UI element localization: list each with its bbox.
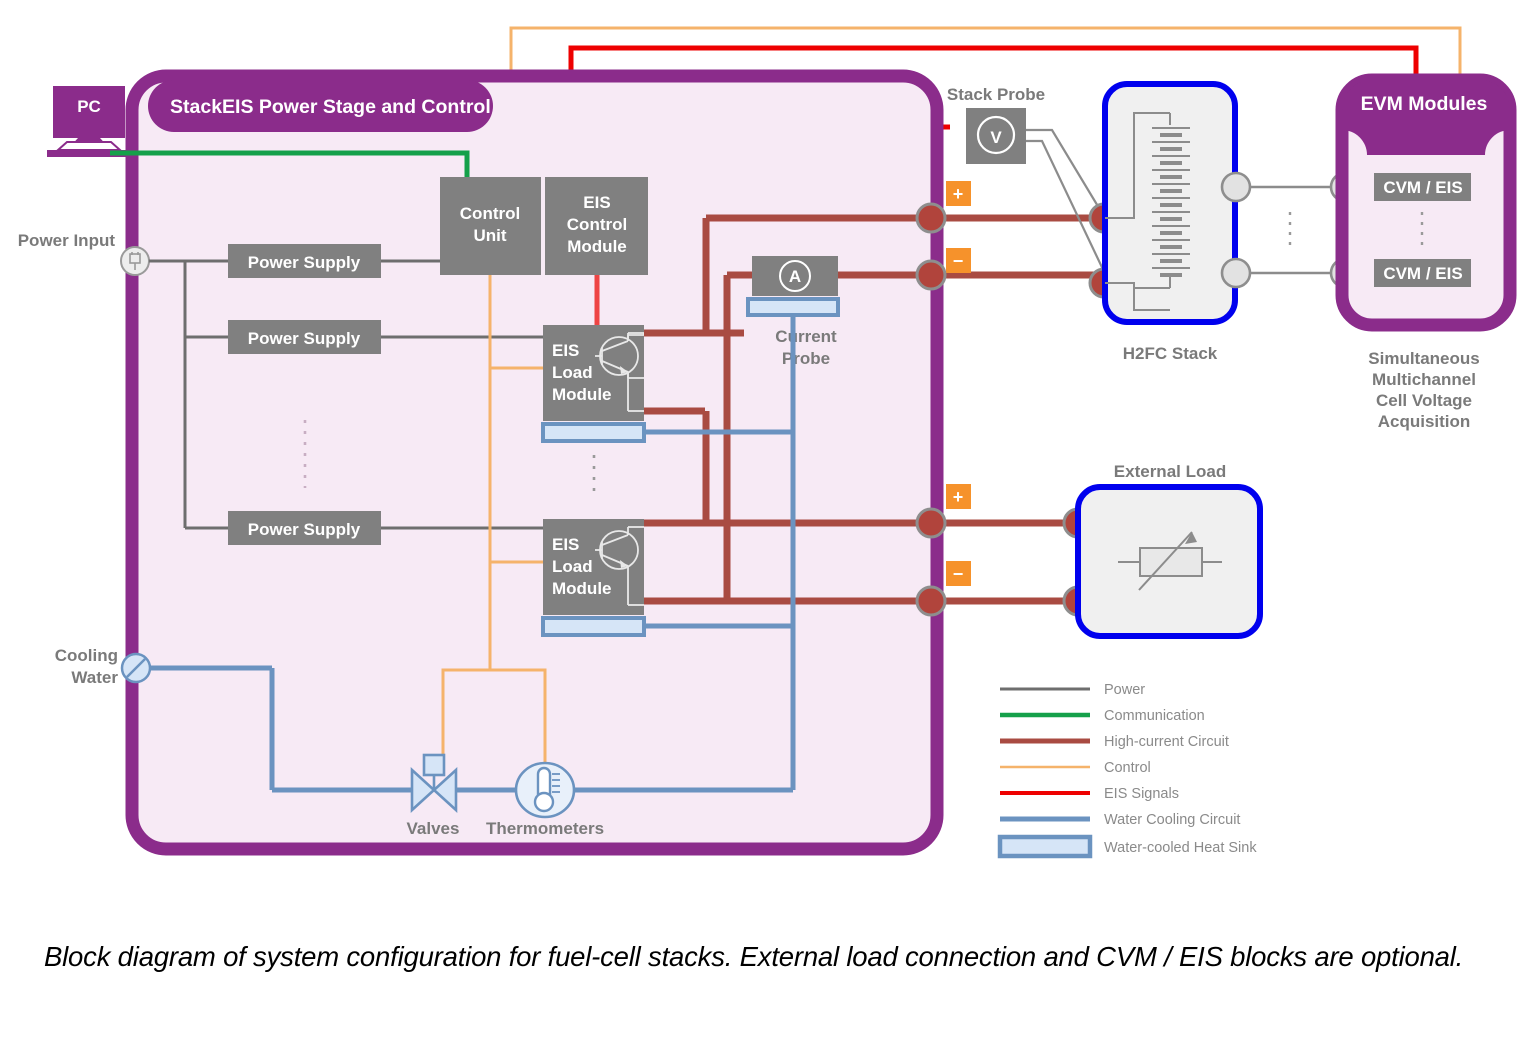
thermometer-icon — [514, 761, 576, 819]
stack-probe-label: Stack Probe — [947, 85, 1045, 104]
evm-caption-line3: Cell Voltage — [1376, 391, 1472, 410]
load-plus-label: + — [953, 487, 964, 507]
heat-sink-load-module-2 — [541, 616, 646, 637]
heat-sink-current-probe — [746, 297, 840, 317]
block-diagram-svg: StackEIS Power Stage and Control PC Powe… — [18, 26, 1517, 859]
figure-caption: Block diagram of system configuration fo… — [44, 941, 1464, 972]
eis-control-module-label-line1: EIS — [583, 193, 610, 212]
external-load-label: External Load — [1114, 462, 1226, 481]
current-probe-symbol: A — [789, 267, 801, 286]
load-plus-badge: + — [946, 484, 971, 509]
legend-label-power: Power — [1104, 682, 1145, 698]
cooling-water-label-line1: Cooling — [55, 646, 118, 665]
cooling-water-port — [120, 652, 152, 684]
eis-control-module-block: EIS Control Module — [545, 177, 648, 275]
legend-label-high-current: High-current Circuit — [1104, 734, 1229, 750]
evm-modules-container: EVM Modules CVM / EIS CVM / EIS — [1335, 73, 1517, 332]
stackeis-title: StackEIS Power Stage and Control — [170, 96, 491, 118]
power-input-port — [120, 246, 150, 276]
evm-caption-line4: Acquisition — [1378, 412, 1471, 431]
evm-caption-line2: Multichannel — [1372, 370, 1476, 389]
eis-load-module-1: EIS Load Module — [541, 325, 646, 443]
valves-label: Valves — [407, 819, 460, 838]
evm-caption-line1: Simultaneous — [1368, 349, 1479, 368]
h2fc-stack-block: H2FC Stack — [1102, 81, 1238, 363]
cvm-eis-module-1-label: CVM / EIS — [1383, 178, 1462, 197]
pc-keyboard-icon — [55, 141, 123, 151]
load-minus-badge: − — [946, 561, 971, 586]
eis-load-module-1-label-line1: EIS — [552, 341, 579, 360]
stack-plus-label: + — [953, 184, 964, 204]
stack-probe-block: V — [966, 108, 1026, 164]
eis-load-module-2-label-line1: EIS — [552, 535, 579, 554]
heat-sink-load-module-1 — [541, 422, 646, 443]
evm-title: EVM Modules — [1361, 93, 1488, 115]
cooling-water-label-line2: Water — [71, 668, 118, 687]
stack-probe-symbol: V — [990, 128, 1002, 147]
power-input-label-line1: Power Input — [18, 231, 116, 250]
eis-control-module-label-line2: Control — [567, 215, 627, 234]
cvm-eis-module-2-label: CVM / EIS — [1383, 264, 1462, 283]
stack-minus-label: − — [953, 251, 964, 271]
diagram-canvas: StackEIS Power Stage and Control PC Powe… — [0, 0, 1525, 1045]
eis-load-module-2-label-line3: Module — [552, 579, 612, 598]
eis-load-module-2: EIS Load Module — [541, 519, 646, 637]
evm-title-band — [1342, 80, 1510, 155]
h2fc-stack-label: H2FC Stack — [1123, 344, 1218, 363]
control-unit-label-line2: Unit — [473, 226, 506, 245]
pc-label: PC — [77, 97, 101, 116]
stack-minus-badge: − — [946, 248, 971, 273]
power-supply-2: Power Supply — [228, 320, 381, 354]
legend-label-communication: Communication — [1104, 708, 1205, 724]
control-unit-label-line1: Control — [460, 204, 520, 223]
legend: Power Communication High-current Circuit… — [997, 682, 1257, 859]
power-supply-3-label: Power Supply — [248, 520, 361, 539]
eis-control-module-label-line3: Module — [567, 237, 627, 256]
pc-block: PC — [47, 86, 131, 157]
legend-label-heat-sink: Water-cooled Heat Sink — [1104, 840, 1257, 856]
legend-label-eis-signals: EIS Signals — [1104, 786, 1179, 802]
external-load-block — [1075, 484, 1263, 639]
current-probe-label-line2: Probe — [782, 349, 830, 368]
thermometers-label: Thermometers — [486, 819, 604, 838]
power-supply-3: Power Supply — [228, 511, 381, 545]
load-minus-label: − — [953, 564, 964, 584]
current-probe-label-line1: Current — [775, 327, 837, 346]
control-unit-block: Control Unit — [440, 177, 541, 275]
eis-load-module-2-label-line2: Load — [552, 557, 593, 576]
eis-load-module-1-label-line2: Load — [552, 363, 593, 382]
legend-label-control: Control — [1104, 760, 1151, 776]
power-supply-1: Power Supply — [228, 244, 381, 278]
power-supply-2-label: Power Supply — [248, 329, 361, 348]
stack-plus-badge: + — [946, 181, 971, 206]
legend-swatch-heat-sink — [997, 834, 1093, 859]
legend-label-water-cooling: Water Cooling Circuit — [1104, 812, 1240, 828]
eis-load-module-1-label-line3: Module — [552, 385, 612, 404]
power-supply-1-label: Power Supply — [248, 253, 361, 272]
